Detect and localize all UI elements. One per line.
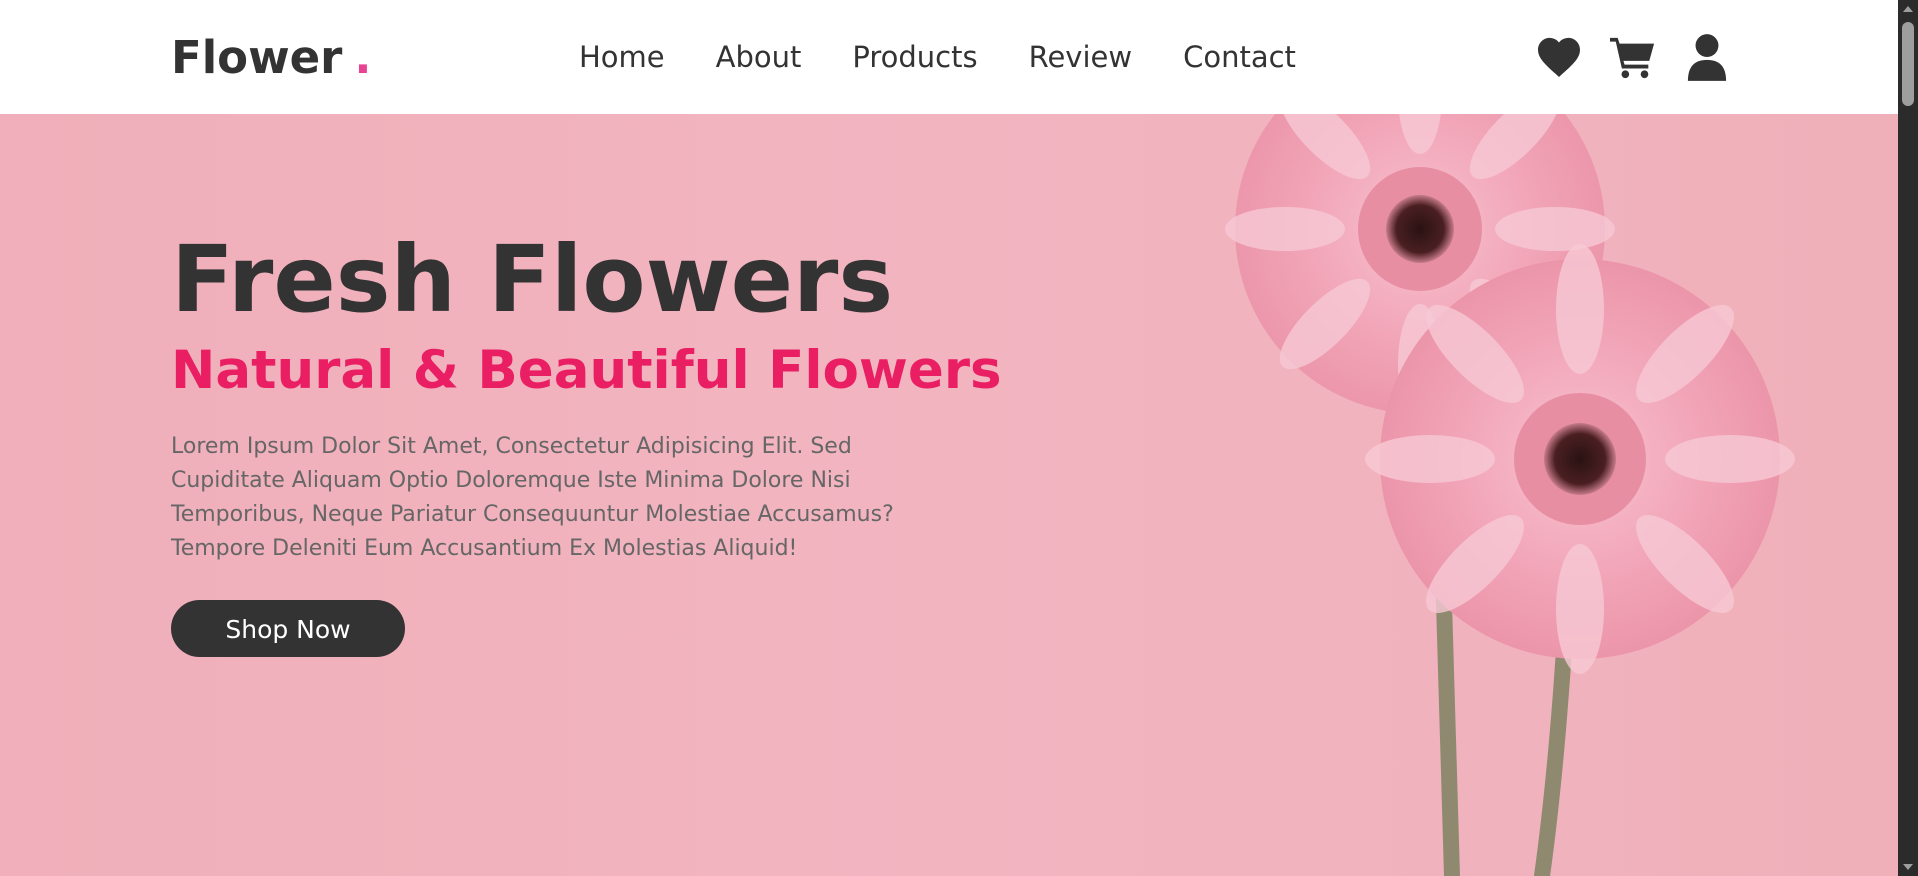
heart-icon[interactable] bbox=[1534, 32, 1584, 82]
cart-icon[interactable] bbox=[1608, 32, 1658, 82]
hero-section: Fresh Flowers Natural & Beautiful Flower… bbox=[0, 114, 1898, 876]
hero-content: Fresh Flowers Natural & Beautiful Flower… bbox=[171, 226, 1002, 657]
nav-home-link[interactable]: Home bbox=[579, 38, 665, 76]
shop-now-button[interactable]: Shop Now bbox=[171, 600, 405, 657]
brand-dot: . bbox=[354, 31, 372, 84]
brand-name: Flower bbox=[171, 31, 343, 84]
scrollbar-thumb[interactable] bbox=[1902, 22, 1914, 106]
main-nav: Home About Products Review Contact bbox=[579, 38, 1347, 76]
scroll-down-arrow-icon[interactable] bbox=[1898, 858, 1918, 876]
scroll-up-arrow-icon[interactable] bbox=[1898, 0, 1918, 18]
vertical-scrollbar[interactable] bbox=[1898, 0, 1918, 876]
gerbera-flowers-image bbox=[1225, 114, 1795, 876]
hero-description: Lorem Ipsum Dolor Sit Amet, Consectetur … bbox=[171, 434, 894, 561]
nav-review-link[interactable]: Review bbox=[1029, 38, 1132, 76]
header-icons bbox=[1534, 32, 1756, 82]
site-header: Flower. Home About Products Review Conta… bbox=[0, 0, 1898, 114]
page: Flower. Home About Products Review Conta… bbox=[0, 0, 1898, 876]
hero-title: Fresh Flowers bbox=[171, 226, 894, 333]
brand-logo[interactable]: Flower. bbox=[171, 30, 371, 86]
nav-contact-link[interactable]: Contact bbox=[1183, 38, 1296, 76]
user-icon[interactable] bbox=[1682, 32, 1732, 82]
nav-products-link[interactable]: Products bbox=[852, 38, 977, 76]
hero-subtitle: Natural & Beautiful Flowers bbox=[171, 340, 1002, 401]
nav-about-link[interactable]: About bbox=[716, 38, 802, 76]
